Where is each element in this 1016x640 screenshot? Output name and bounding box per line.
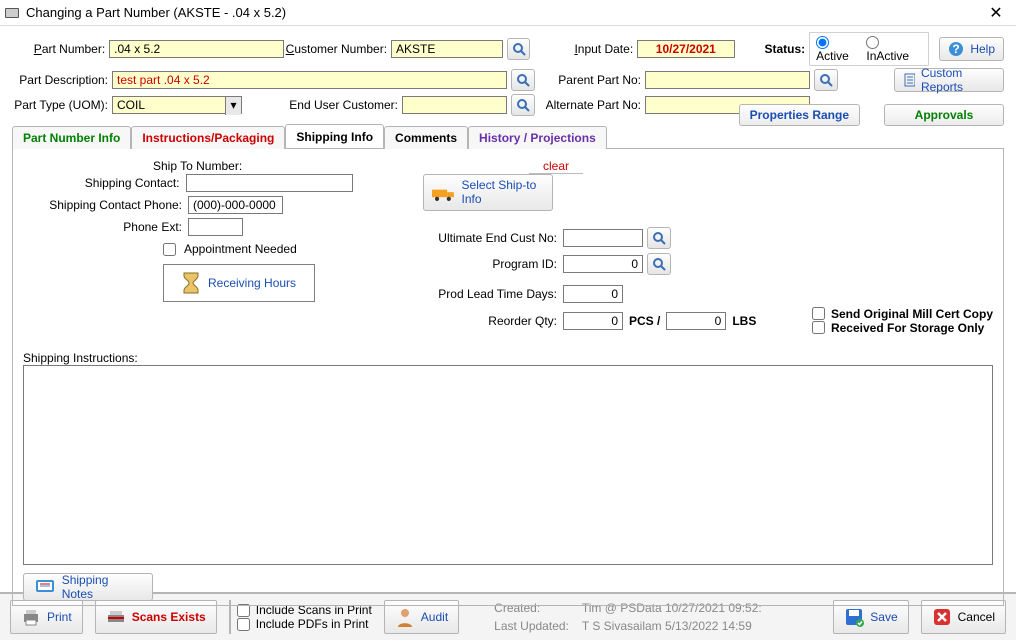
received-storage-label: Received For Storage Only [831, 321, 984, 335]
end-user-cust-label: End User Customer: [242, 98, 402, 112]
customer-number-label: Customer Number: [284, 42, 391, 56]
shipping-contact-field[interactable] [186, 174, 353, 192]
part-number-field[interactable]: .04 x 5.2 [109, 40, 284, 58]
send-mill-cert-checkbox[interactable]: Send Original Mill Cert Copy [812, 307, 993, 321]
program-id-label: Program ID: [373, 257, 563, 271]
phone-ext-field[interactable] [188, 218, 243, 236]
program-id-lookup-button[interactable] [647, 253, 671, 275]
shipping-contact-phone-label: Shipping Contact Phone: [23, 198, 188, 212]
shipping-instructions-textarea[interactable] [23, 365, 993, 565]
tab-shipping-info[interactable]: Shipping Info [285, 124, 384, 148]
app-icon [4, 5, 20, 21]
status-radio-group: Active InActive [809, 32, 929, 66]
received-storage-checkbox[interactable]: Received For Storage Only [812, 321, 984, 335]
part-desc-label: Part Description: [12, 73, 112, 87]
select-ship-to-label: Select Ship-to Info [462, 179, 544, 205]
parent-part-lookup-button[interactable] [814, 69, 838, 91]
properties-range-button[interactable]: Properties Range [739, 104, 860, 126]
ult-end-cust-label: Ultimate End Cust No: [373, 231, 563, 245]
cancel-label: Cancel [958, 610, 995, 624]
tab-part-number-info[interactable]: Part Number Info [12, 126, 131, 149]
ship-to-number-label: Ship To Number: [153, 159, 242, 174]
part-desc-field[interactable]: test part .04 x 5.2 [112, 71, 507, 89]
part-desc-lookup-button[interactable] [511, 69, 535, 91]
close-icon[interactable]: ✕ [984, 3, 1008, 23]
reorder-qty2-field[interactable] [666, 312, 726, 330]
chevron-down-icon: ▾ [225, 97, 241, 115]
shipping-info-panel: Ship To Number: clear Shipping Contact: … [12, 148, 1004, 606]
appointment-needed-checkbox[interactable]: Appointment Needed [163, 242, 353, 256]
shipping-notes-button[interactable]: Shipping Notes [23, 573, 153, 601]
prod-lead-field[interactable] [563, 285, 623, 303]
parent-part-field[interactable] [645, 71, 810, 89]
window-title: Changing a Part Number (AKSTE - .04 x 5.… [26, 5, 984, 20]
help-button[interactable]: ? Help [939, 37, 1004, 61]
tab-history-projections[interactable]: History / Projections [468, 126, 607, 149]
end-user-cust-field[interactable] [402, 96, 507, 114]
status-inactive-radio[interactable]: InActive [866, 35, 922, 63]
part-type-value: COIL [117, 98, 145, 112]
program-id-field[interactable] [563, 255, 643, 273]
print-label: Print [47, 610, 72, 624]
appointment-label: Appointment Needed [184, 242, 297, 256]
pcs-label: PCS / [623, 314, 666, 328]
shipping-instructions-label: Shipping Instructions: [23, 351, 993, 365]
status-inactive-label: InActive [866, 49, 909, 63]
phone-ext-label: Phone Ext: [23, 220, 188, 234]
part-type-label: Part Type (UOM): [12, 98, 112, 112]
tab-bar: Part Number Info Instructions/Packaging … [12, 124, 1004, 148]
input-date-field[interactable]: 10/27/2021 [637, 40, 734, 58]
customer-number-lookup-button[interactable] [507, 38, 530, 60]
help-label: Help [970, 42, 995, 56]
alt-part-label: Alternate Part No: [535, 98, 645, 112]
shipping-contact-label: Shipping Contact: [23, 176, 186, 190]
receiving-hours-label: Receiving Hours [208, 276, 296, 290]
part-type-combo[interactable]: COIL ▾ [112, 96, 242, 114]
receiving-hours-button[interactable]: Receiving Hours [163, 264, 315, 302]
ult-end-cust-field[interactable] [563, 229, 643, 247]
save-label: Save [870, 610, 897, 624]
printer-icon [21, 607, 41, 627]
reorder-qty-label: Reorder Qty: [373, 314, 563, 328]
part-number-label: Part Number: [12, 42, 109, 56]
updated-value: T S Sivasailam 5/13/2022 14:59 [581, 618, 772, 634]
cancel-icon [932, 607, 952, 627]
scanner-icon [106, 607, 126, 627]
custom-reports-label: Custom Reports [921, 66, 995, 94]
customer-number-field[interactable]: AKSTE [391, 40, 503, 58]
status-active-radio[interactable]: Active [816, 35, 862, 63]
approvals-button[interactable]: Approvals [884, 104, 1004, 126]
svg-text:?: ? [953, 42, 960, 56]
custom-reports-button[interactable]: Custom Reports [894, 68, 1004, 92]
shipping-contact-phone-field[interactable] [188, 196, 283, 214]
audit-label: Audit [421, 610, 448, 624]
shipping-notes-label: Shipping Notes [62, 573, 142, 601]
status-label: Status: [765, 42, 810, 56]
end-user-cust-lookup-button[interactable] [511, 94, 535, 116]
reorder-qty-field[interactable] [563, 312, 623, 330]
include-pdfs-label: Include PDFs in Print [256, 617, 369, 631]
titlebar: Changing a Part Number (AKSTE - .04 x 5.… [0, 0, 1016, 26]
select-ship-to-button[interactable]: Select Ship-to Info [423, 174, 553, 210]
prod-lead-label: Prod Lead Time Days: [373, 287, 563, 301]
send-mill-cert-label: Send Original Mill Cert Copy [831, 307, 993, 321]
parent-part-label: Parent Part No: [535, 73, 645, 87]
save-icon [844, 607, 864, 627]
input-date-label: Input Date: [530, 42, 637, 56]
tab-comments[interactable]: Comments [384, 126, 468, 149]
status-active-label: Active [816, 49, 849, 63]
updated-label: Last Updated: [493, 618, 579, 634]
include-pdfs-checkbox[interactable]: Include PDFs in Print [237, 617, 372, 631]
ult-end-cust-lookup-button[interactable] [647, 227, 671, 249]
tab-instructions-packaging[interactable]: Instructions/Packaging [131, 126, 285, 149]
person-icon [395, 607, 415, 627]
scans-exists-label: Scans Exists [132, 610, 206, 624]
clear-button[interactable]: clear [529, 159, 583, 174]
lbs-label: LBS [726, 314, 756, 328]
